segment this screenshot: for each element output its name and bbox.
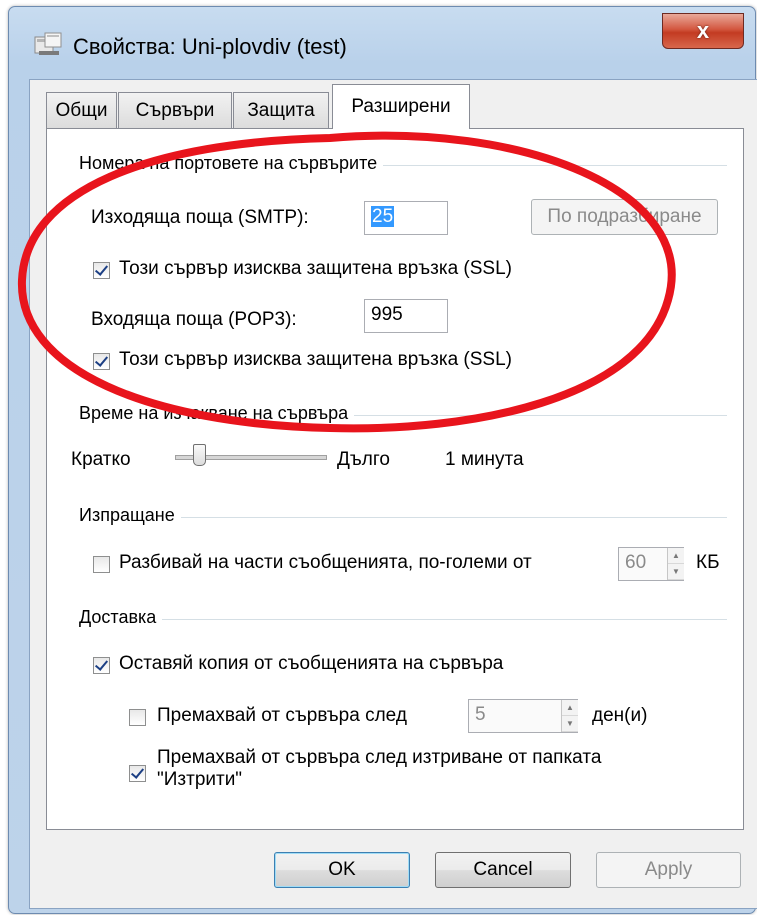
- advanced-tab-panel: Номера на портовете на сървърите Изходящ…: [46, 128, 744, 830]
- split-size-spinner[interactable]: ▲ ▼: [667, 548, 684, 580]
- tab-general-label: Общи: [55, 99, 108, 121]
- remove-after-days-spinner[interactable]: ▲ ▼: [561, 700, 578, 732]
- smtp-port-value: 25: [371, 206, 395, 227]
- smtp-port-label: Изходяща поща (SMTP):: [91, 207, 309, 228]
- pop3-ssl-label: Този сървър изисква защитена връзка (SSL…: [119, 349, 512, 370]
- tab-advanced[interactable]: Разширени: [332, 84, 470, 129]
- pop3-port-label: Входяща поща (POP3):: [91, 309, 297, 330]
- cancel-button[interactable]: Cancel: [435, 852, 571, 888]
- timeout-slider-thumb[interactable]: [193, 444, 206, 466]
- split-size-unit: КБ: [696, 552, 720, 573]
- window-icon: [33, 29, 65, 59]
- leave-copy-label: Оставяй копия от съобщенията на сървъра: [119, 653, 504, 674]
- remove-after-days-value: 5: [475, 704, 486, 725]
- smtp-ssl-label: Този сървър изисква защитена връзка (SSL…: [119, 258, 512, 279]
- close-icon: x: [696, 18, 710, 43]
- remove-deleted-label-line1: Премахвай от сървъра след изтриване от п…: [157, 747, 602, 768]
- close-button[interactable]: x: [662, 13, 744, 49]
- tab-general[interactable]: Общи: [46, 92, 117, 128]
- ports-group-title: Номера на портовете на сървърите: [79, 153, 384, 174]
- tab-advanced-label: Разширени: [351, 96, 451, 117]
- remove-deleted-label-line2: "Изтрити": [157, 769, 243, 790]
- delivery-group-line: [87, 619, 727, 620]
- remove-deleted-label: Премахвай от сървъра след изтриване от п…: [157, 747, 601, 791]
- timeout-short-label: Кратко: [71, 449, 131, 470]
- tab-servers-label: Сървъри: [135, 99, 215, 121]
- spin-up-icon[interactable]: ▲: [562, 700, 578, 716]
- smtp-ssl-checkbox[interactable]: [93, 262, 110, 279]
- spin-down-icon[interactable]: ▼: [562, 716, 578, 732]
- tab-security-label: Защита: [247, 99, 315, 121]
- window-title: Свойства: Uni-plovdiv (test): [73, 34, 347, 59]
- pop3-ssl-checkbox[interactable]: [93, 353, 110, 370]
- sending-group-line: [87, 517, 727, 518]
- leave-copy-checkbox[interactable]: [93, 657, 110, 674]
- timeout-value-text: 1 минута: [445, 449, 524, 470]
- split-messages-checkbox[interactable]: [93, 556, 110, 573]
- tab-servers[interactable]: Сървъри: [118, 92, 232, 128]
- timeout-long-label: Дълго: [337, 449, 390, 470]
- spin-down-icon[interactable]: ▼: [668, 564, 684, 580]
- split-messages-label: Разбивай на части съобщенията, по-големи…: [119, 552, 532, 573]
- pop3-port-input[interactable]: 995: [364, 299, 448, 333]
- pop3-port-value: 995: [371, 304, 403, 325]
- sending-group-title: Изпращане: [79, 505, 181, 526]
- delivery-group-title: Доставка: [79, 607, 163, 628]
- remove-after-days-unit: ден(и): [592, 705, 648, 726]
- spin-up-icon[interactable]: ▲: [668, 548, 684, 564]
- properties-dialog: Свойства: Uni-plovdiv (test) x Общи Сърв…: [8, 6, 757, 914]
- timeout-group-title: Време на изчакване на сървъра: [79, 403, 355, 424]
- default-ports-button[interactable]: По подразбиране: [531, 199, 718, 235]
- remove-after-label: Премахвай от сървъра след: [157, 705, 407, 726]
- split-size-value: 60: [625, 552, 647, 573]
- apply-button[interactable]: Apply: [596, 852, 741, 888]
- tab-security[interactable]: Защита: [233, 92, 329, 128]
- ok-button[interactable]: OK: [274, 852, 410, 888]
- remove-deleted-checkbox[interactable]: [129, 765, 146, 782]
- smtp-port-input[interactable]: 25: [364, 201, 448, 235]
- remove-after-checkbox[interactable]: [129, 709, 146, 726]
- dialog-client-area: Общи Сървъри Защита Разширени Номера на …: [29, 79, 757, 909]
